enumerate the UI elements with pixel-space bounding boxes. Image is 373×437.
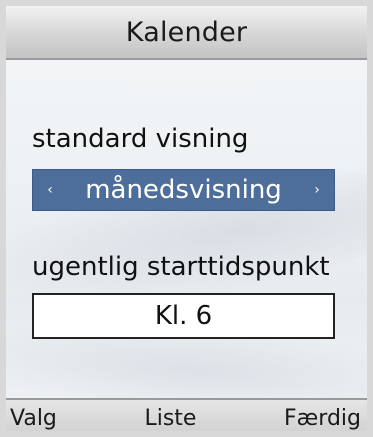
phone-screen: Kalender standard visning ‹ månedsvisnin… (0, 0, 373, 437)
softkey-bar: Valg Liste Færdig (6, 398, 367, 431)
week-start-label: ugentlig starttidspunkt (32, 252, 330, 282)
default-view-value: månedsvisning (85, 175, 282, 205)
page-title: Kalender (125, 16, 248, 48)
title-bar: Kalender (6, 6, 367, 60)
default-view-label: standard visning (32, 124, 249, 154)
week-start-value: Kl. 6 (154, 301, 213, 331)
list-softkey[interactable]: Liste (144, 406, 196, 431)
done-softkey[interactable]: Færdig (284, 406, 361, 431)
default-view-selector[interactable]: ‹ månedsvisning › (32, 169, 335, 211)
right-arrow-icon[interactable]: › (310, 182, 324, 198)
left-arrow-icon[interactable]: ‹ (43, 182, 57, 198)
week-start-field[interactable]: Kl. 6 (32, 293, 335, 339)
options-softkey[interactable]: Valg (10, 406, 57, 431)
